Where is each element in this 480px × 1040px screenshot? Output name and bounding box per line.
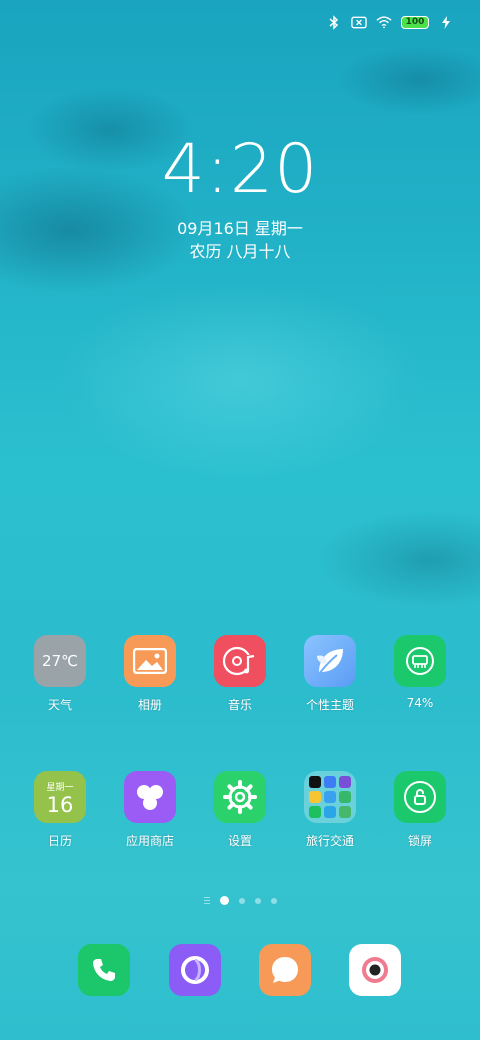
app-gallery[interactable]: 相册 [105,635,195,713]
app-folder-travel[interactable]: 旅行交通 [285,771,375,849]
app-weather[interactable]: 27℃ 天气 [15,635,105,713]
date-text[interactable]: 09月16日 星期一 [0,215,480,239]
app-music[interactable]: 音乐 [195,635,285,713]
gallery-icon [124,635,176,687]
app-label: 个性主题 [305,698,354,712]
lunar-date-text: 农历 八月十八 [189,242,291,261]
weather-icon: 27℃ [34,635,86,687]
lock-screen-icon [394,771,446,823]
battery-level: 100 [405,17,425,27]
folder-icon [304,771,356,823]
app-label: 设置 [227,834,252,848]
page-dot [254,897,261,904]
camera-icon [349,944,401,996]
app-store-icon [124,771,176,823]
page-indicator[interactable] [0,896,480,905]
app-label: 74% [406,696,434,710]
gear-icon [214,771,266,823]
charging-icon [438,14,454,30]
messages-icon [259,944,311,996]
minus-one-screen-indicator [203,897,210,904]
dock-camera[interactable] [330,944,420,996]
music-icon [214,635,266,687]
weather-temp: 27℃ [42,652,78,670]
calendar-day: 16 [46,792,74,817]
page-dot-active [219,896,229,905]
app-label: 旅行交通 [305,834,354,848]
app-label: 音乐 [227,698,252,712]
calendar-weekday: 星期一 [46,782,74,793]
app-storage-cleaner[interactable]: 74% [375,635,465,710]
theme-leaf-icon [304,635,356,687]
page-dot [238,897,245,904]
app-label: 锁屏 [407,834,432,848]
wifi-icon [376,14,392,30]
app-label: 相册 [137,698,162,712]
app-theme[interactable]: 个性主题 [285,635,375,713]
status-bar: 100 [326,10,454,34]
bluetooth-icon [326,14,342,30]
storage-cleaner-icon [394,635,446,687]
clock-time[interactable]: 4:20 [0,130,480,209]
phone-icon [78,944,130,996]
app-label: 应用商店 [125,834,174,848]
app-lock-screen[interactable]: 锁屏 [375,771,465,849]
browser-icon [169,944,221,996]
dock-messages[interactable] [240,944,330,996]
app-label: 天气 [47,698,72,712]
app-calendar[interactable]: 星期一 16 日历 [15,771,105,849]
app-settings[interactable]: 设置 [195,771,285,849]
dock-phone[interactable] [59,944,149,996]
app-label: 日历 [47,834,72,848]
sim-x-icon [351,14,367,30]
dock-browser[interactable] [150,944,240,996]
folder-preview [309,776,351,818]
battery-icon: 100 [401,15,429,29]
app-app-store[interactable]: 应用商店 [105,771,195,849]
page-dot [270,897,277,904]
calendar-icon: 星期一 16 [34,771,86,823]
